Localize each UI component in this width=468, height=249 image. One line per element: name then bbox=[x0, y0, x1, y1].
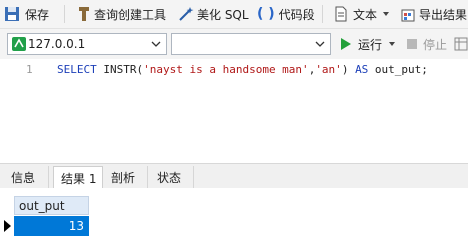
document-icon bbox=[335, 6, 347, 22]
parentheses-icon: ( ) bbox=[257, 6, 275, 22]
magic-wand-icon bbox=[179, 7, 194, 21]
main-toolbar: 保存 查询创建工具 美化 SQL ( ) 代码段 文本 导出结果 bbox=[0, 0, 468, 29]
code-snippet-button[interactable]: ( ) 代码段 bbox=[257, 0, 315, 28]
line-number: 1 bbox=[26, 63, 33, 76]
stop-button[interactable]: 停止 bbox=[406, 29, 447, 59]
string-literal: 'nayst is a handsome man' bbox=[143, 63, 309, 76]
sql-editor[interactable]: 1 SELECT INSTR('nayst is a handsome man'… bbox=[0, 60, 468, 160]
play-icon bbox=[341, 38, 351, 50]
result-tab-bar: 信息 结果 1 剖析 状态 bbox=[0, 163, 468, 189]
connection-icon bbox=[12, 37, 26, 51]
save-label: 保存 bbox=[25, 7, 50, 22]
connection-select[interactable]: 127.0.0.1 bbox=[7, 33, 167, 55]
alias: out_put; bbox=[368, 63, 428, 76]
chevron-down-icon bbox=[389, 42, 396, 46]
database-select[interactable] bbox=[171, 33, 331, 55]
save-icon bbox=[5, 7, 19, 21]
run-label: 运行 bbox=[358, 37, 383, 52]
string-literal: 'an' bbox=[315, 63, 342, 76]
keyword-as: AS bbox=[355, 63, 369, 76]
text-button[interactable]: 文本 bbox=[334, 0, 390, 28]
keyword-select: SELECT bbox=[57, 63, 97, 76]
tab-status[interactable]: 状态 bbox=[150, 166, 194, 188]
explain-button[interactable] bbox=[454, 29, 468, 59]
chevron-down-icon bbox=[151, 41, 161, 47]
connection-toolbar: 127.0.0.1 运行 停止 bbox=[0, 29, 468, 59]
text-label: 文本 bbox=[353, 7, 378, 22]
grid-icon bbox=[454, 37, 468, 51]
beautify-sql-label: 美化 SQL bbox=[197, 7, 249, 22]
result-grid: out_put 13 bbox=[0, 188, 468, 249]
export-result-button[interactable]: 导出结果 bbox=[401, 0, 467, 28]
tab-profile[interactable]: 剖析 bbox=[104, 166, 148, 188]
save-button[interactable]: 保存 bbox=[4, 0, 49, 28]
query-builder-icon bbox=[79, 7, 89, 21]
code-line[interactable]: SELECT INSTR('nayst is a handsome man','… bbox=[57, 63, 428, 76]
code-snippet-label: 代码段 bbox=[278, 7, 315, 22]
query-builder-button[interactable]: 查询创建工具 bbox=[78, 0, 166, 28]
grid-cell[interactable]: 13 bbox=[14, 216, 89, 236]
function-name: INSTR( bbox=[96, 63, 144, 76]
run-button[interactable]: 运行 bbox=[340, 29, 396, 59]
current-row-indicator bbox=[4, 220, 11, 232]
stop-label: 停止 bbox=[423, 37, 448, 52]
column-header[interactable]: out_put bbox=[14, 196, 89, 215]
connection-value: 127.0.0.1 bbox=[28, 37, 86, 51]
tab-info[interactable]: 信息 bbox=[4, 166, 49, 188]
close-paren: ) bbox=[341, 63, 356, 76]
beautify-sql-button[interactable]: 美化 SQL bbox=[178, 0, 249, 28]
export-result-label: 导出结果 bbox=[419, 7, 468, 22]
toolbar-divider bbox=[322, 5, 323, 23]
chevron-down-icon bbox=[315, 41, 325, 47]
query-builder-label: 查询创建工具 bbox=[94, 7, 167, 22]
export-icon bbox=[401, 9, 415, 22]
chevron-down-icon bbox=[383, 12, 390, 16]
toolbar-divider bbox=[64, 5, 65, 23]
tab-result-1[interactable]: 结果 1 bbox=[53, 166, 103, 189]
stop-icon bbox=[407, 39, 417, 49]
